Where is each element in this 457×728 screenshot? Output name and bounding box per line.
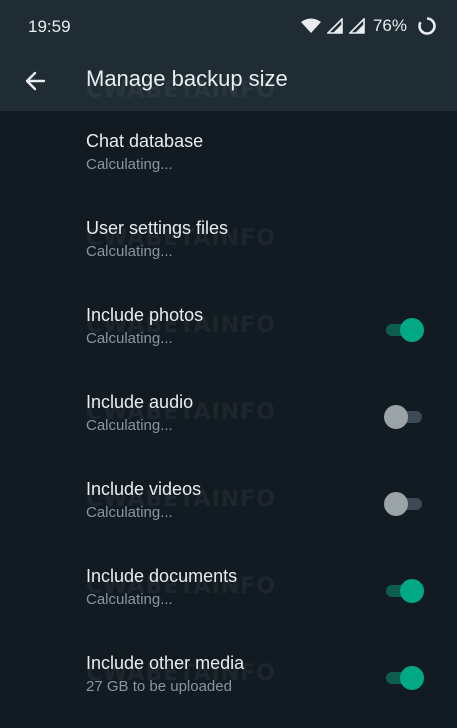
app-bar: Manage backup size — [0, 52, 457, 111]
status-icons: 76% — [300, 15, 437, 37]
list-item-videos[interactable]: Include videos Calculating... — [0, 459, 457, 546]
battery-percent: 76% — [372, 16, 407, 35]
photos-toggle[interactable] — [384, 318, 424, 342]
audio-toggle[interactable] — [384, 405, 424, 429]
back-button[interactable] — [18, 64, 52, 98]
other-media-toggle[interactable] — [384, 666, 424, 690]
item-label: Include audio — [86, 392, 194, 412]
battery-ring-icon — [418, 16, 436, 35]
item-size: Calculating... — [86, 330, 173, 347]
list-item-photos[interactable]: Include photos Calculating... — [0, 285, 457, 372]
status-bar: 19:59 76% — [0, 0, 457, 52]
list-item-user-settings: User settings files Calculating... — [0, 198, 457, 285]
backup-items-list: Chat database Calculating... User settin… — [0, 111, 457, 720]
item-label: User settings files — [86, 218, 229, 238]
item-label: Include other media — [86, 653, 245, 673]
page-title: Manage backup size — [86, 66, 288, 91]
item-size: 27 GB to be uploaded — [86, 678, 232, 695]
item-label: Include documents — [86, 566, 238, 586]
list-item-audio[interactable]: Include audio Calculating... — [0, 372, 457, 459]
item-label: Chat database — [86, 131, 204, 151]
item-label: Include videos — [86, 479, 202, 499]
arrow-left-icon — [25, 71, 46, 91]
list-item-other-media[interactable]: Include other media 27 GB to be uploaded — [0, 633, 457, 720]
item-size: Calculating... — [86, 156, 173, 173]
documents-toggle[interactable] — [384, 579, 424, 603]
signal-icon — [348, 18, 365, 34]
item-size: Calculating... — [86, 243, 173, 260]
list-item-chat-database: Chat database Calculating... — [0, 111, 457, 198]
item-size: Calculating... — [86, 417, 173, 434]
item-size: Calculating... — [86, 504, 173, 521]
list-item-documents[interactable]: Include documents Calculating... — [0, 546, 457, 633]
signal-icon — [326, 18, 343, 34]
item-size: Calculating... — [86, 591, 173, 608]
status-time: 19:59 — [28, 17, 71, 36]
videos-toggle[interactable] — [384, 492, 424, 516]
wifi-icon — [300, 18, 321, 33]
item-label: Include photos — [86, 305, 204, 325]
